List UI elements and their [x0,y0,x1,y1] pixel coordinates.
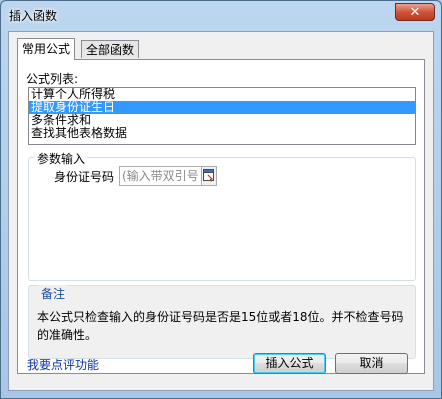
feedback-link[interactable]: 我要点评功能 [27,356,99,373]
formula-list-label: 公式列表: [26,72,79,86]
list-item[interactable]: 查找其他表格数据 [29,127,415,140]
title-bar[interactable]: 插入函数 ✕ [1,1,441,29]
range-picker-button[interactable] [201,167,216,185]
insert-formula-button[interactable]: 插入公式 [253,353,326,374]
close-icon: ✕ [409,5,421,20]
tab-common-formulas[interactable]: 常用公式 [17,38,76,60]
note-text: 本公式只检查输入的身份证号码是否是15位或者18位。并不检查号码的准确性。 [37,310,404,342]
insert-function-dialog: 插入函数 ✕ 常用公式 全部函数 公式列表: 计算个人所得税 提取身份证生日 多… [0,0,442,399]
range-picker-icon [203,169,214,182]
note-title: 备注 [39,285,68,302]
close-button[interactable]: ✕ [395,3,435,21]
note-group: 备注 本公式只检查输入的身份证号码是否是15位或者18位。并不检查号码的准确性。 [28,285,416,359]
param-group-title: 参数输入 [35,150,88,167]
tab-all-functions[interactable]: 全部函数 [81,40,140,58]
dialog-client-area: 常用公式 全部函数 公式列表: 计算个人所得税 提取身份证生日 多条件求和 查找… [8,31,434,391]
id-number-label: 身份证号码 [54,170,115,184]
param-input-group: 参数输入 身份证号码 (输入带双引号 [28,150,416,281]
window-title: 插入函数 [9,9,58,23]
cancel-button[interactable]: 取消 [335,353,408,374]
tab-panel-common-formulas: 公式列表: 计算个人所得税 提取身份证生日 多条件求和 查找其他表格数据 参数输… [17,59,425,374]
formula-listbox[interactable]: 计算个人所得税 提取身份证生日 多条件求和 查找其他表格数据 [28,87,416,145]
